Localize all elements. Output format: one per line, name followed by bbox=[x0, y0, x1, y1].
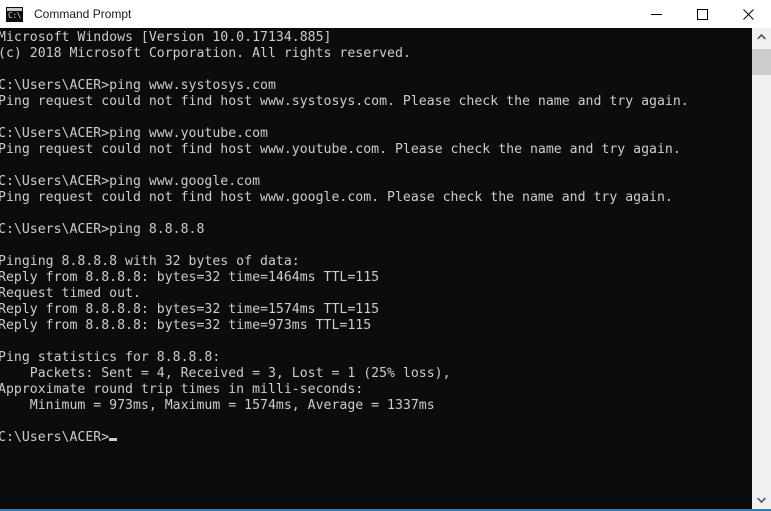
scrollbar-thumb[interactable] bbox=[752, 49, 771, 75]
close-icon bbox=[742, 8, 754, 20]
title-bar[interactable]: C:\ Command Prompt bbox=[0, 0, 771, 28]
console-line: C:\Users\ACER>ping www.systosys.com bbox=[0, 78, 276, 93]
chevron-up-icon bbox=[757, 34, 766, 40]
text-cursor bbox=[109, 438, 118, 441]
command-prompt-window: C:\ Command Prompt Microsoft Windows [Ve… bbox=[0, 0, 771, 511]
console-line: Reply from 8.8.8.8: bytes=32 time=1574ms… bbox=[0, 302, 380, 317]
chevron-down-icon bbox=[757, 497, 766, 503]
minimize-button[interactable] bbox=[633, 0, 679, 28]
console-line: Pinging 8.8.8.8 with 32 bytes of data: bbox=[0, 254, 300, 269]
console-line: C:\Users\ACER>ping www.google.com bbox=[0, 174, 261, 189]
scrollbar-track[interactable] bbox=[752, 46, 771, 491]
window-title: Command Prompt bbox=[34, 7, 132, 21]
console-area: Microsoft Windows [Version 10.0.17134.88… bbox=[0, 28, 771, 509]
console-line: Ping request could not find host www.goo… bbox=[0, 190, 673, 205]
close-button[interactable] bbox=[725, 0, 771, 28]
console-line: Packets: Sent = 4, Received = 3, Lost = … bbox=[0, 366, 451, 381]
maximize-icon bbox=[696, 8, 708, 20]
console-line: Ping request could not find host www.you… bbox=[0, 142, 681, 157]
console-line: C:\Users\ACER>ping www.youtube.com bbox=[0, 126, 268, 141]
console-line: Reply from 8.8.8.8: bytes=32 time=973ms … bbox=[0, 318, 372, 333]
minimize-icon bbox=[650, 13, 662, 15]
console-line: Microsoft Windows [Version 10.0.17134.88… bbox=[0, 30, 332, 45]
console-line: Minimum = 973ms, Maximum = 1574ms, Avera… bbox=[0, 398, 435, 413]
console-line: (c) 2018 Microsoft Corporation. All righ… bbox=[0, 46, 411, 61]
console-line: Ping statistics for 8.8.8.8: bbox=[0, 350, 221, 365]
console-line: Request timed out. bbox=[0, 286, 141, 301]
console-output[interactable]: Microsoft Windows [Version 10.0.17134.88… bbox=[0, 28, 752, 509]
scrollbar-down-button[interactable] bbox=[752, 491, 771, 509]
console-line: C:\Users\ACER> bbox=[0, 430, 752, 446]
maximize-button[interactable] bbox=[679, 0, 725, 28]
console-scrollbar[interactable] bbox=[752, 28, 771, 509]
console-line: C:\Users\ACER>ping 8.8.8.8 bbox=[0, 222, 205, 237]
scrollbar-up-button[interactable] bbox=[752, 28, 771, 46]
command-prompt-icon-glyph: C:\ bbox=[8, 10, 21, 20]
console-line: Reply from 8.8.8.8: bytes=32 time=1464ms… bbox=[0, 270, 380, 285]
console-line: Approximate round trip times in milli-se… bbox=[0, 382, 364, 397]
title-bar-left: C:\ Command Prompt bbox=[0, 0, 131, 28]
window-controls bbox=[633, 0, 771, 28]
command-prompt-icon: C:\ bbox=[6, 6, 23, 22]
console-line: Ping request could not find host www.sys… bbox=[0, 94, 689, 109]
